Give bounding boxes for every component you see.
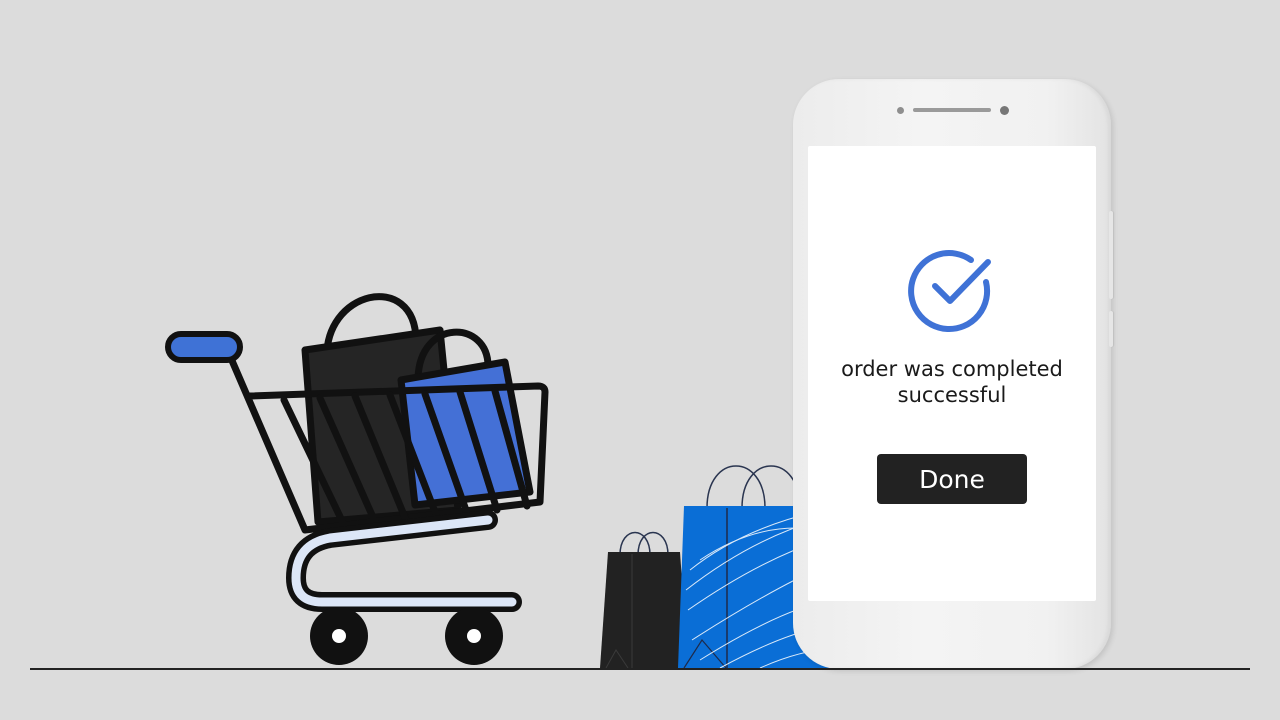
- smartphone: order was completed successful Done: [793, 79, 1113, 669]
- success-message-line2: successful: [897, 383, 1007, 407]
- phone-camera-dot: [1000, 106, 1009, 115]
- phone-side-button: [1109, 311, 1113, 347]
- phone-screen: order was completed successful Done: [808, 146, 1096, 601]
- done-button[interactable]: Done: [877, 454, 1027, 504]
- success-message-line1: order was completed: [841, 357, 1063, 381]
- check-circle-icon: [908, 246, 995, 333]
- success-message: order was completed successful: [808, 356, 1096, 408]
- phone-speaker: [913, 108, 991, 112]
- ground-divider: [30, 668, 1250, 670]
- phone-side-button: [1109, 211, 1113, 299]
- phone-sensor-dot: [897, 107, 904, 114]
- order-success-scene: order was completed successful Done: [0, 0, 1280, 720]
- floor-black-bag: [600, 531, 688, 669]
